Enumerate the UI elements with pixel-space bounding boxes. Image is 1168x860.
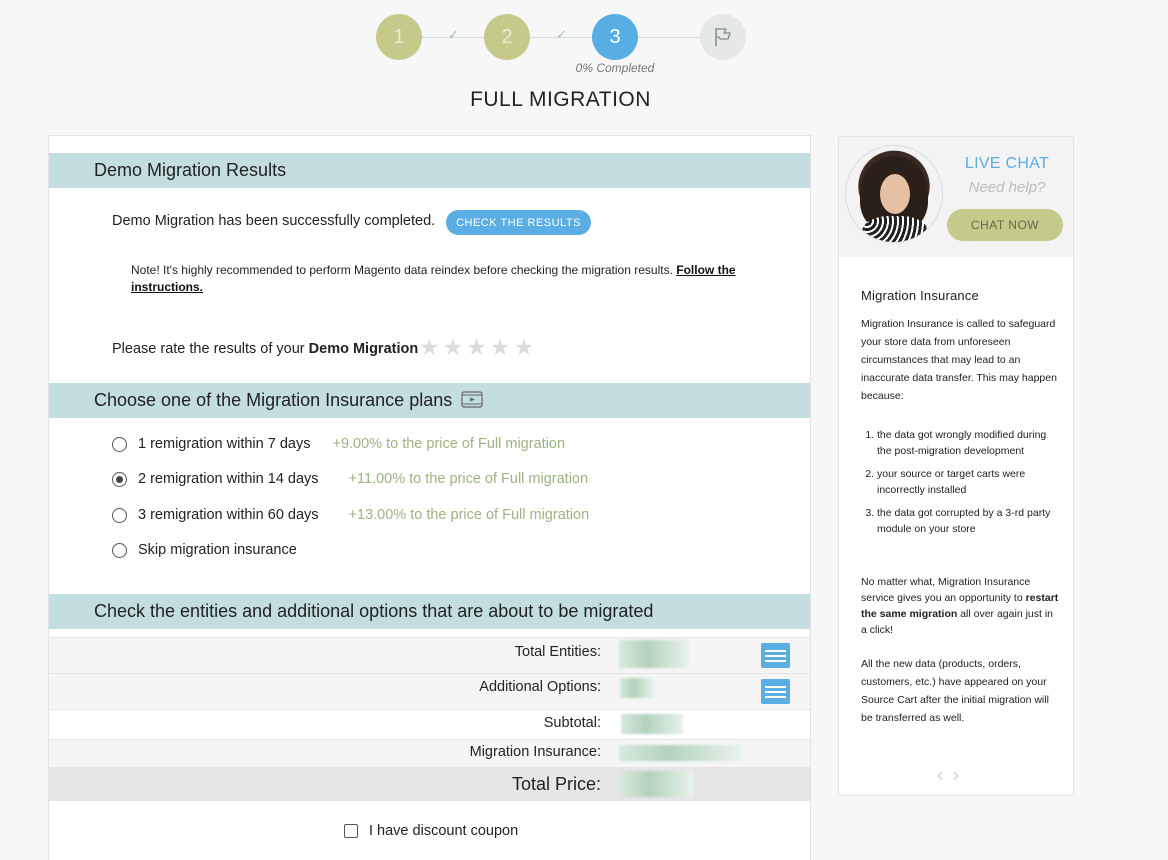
star-icon[interactable]: ★: [443, 334, 464, 361]
page-title: FULL MIGRATION: [470, 88, 651, 111]
plan-option[interactable]: Skip migration insurance: [112, 540, 297, 560]
chevron-left-icon[interactable]: ‹: [937, 765, 953, 785]
entities-heading: Check the entities and additional option…: [49, 594, 810, 629]
insurance-info-panel: LIVE CHAT Need help? CHAT NOW Migration …: [838, 136, 1074, 796]
check-icon: ✓: [448, 27, 459, 42]
insurance-row: Migration Insurance:: [49, 739, 810, 767]
reindex-note: Note! It's highly recommended to perform…: [131, 263, 736, 294]
additional-options-row: Additional Options:: [49, 673, 810, 709]
insurance-heading: Choose one of the Migration Insurance pl…: [49, 383, 810, 418]
list-icon[interactable]: [761, 679, 790, 704]
step-2: 2: [484, 14, 530, 60]
star-icon[interactable]: ★: [419, 334, 440, 361]
check-results-button[interactable]: CHECK THE RESULTS: [446, 210, 591, 235]
side-title: Migration Insurance: [861, 288, 979, 303]
blurred-value: [619, 640, 689, 668]
list-item: the data got corrupted by a 3-rd party m…: [877, 505, 1061, 537]
migration-card: Demo Migration Results Demo Migration ha…: [48, 135, 811, 860]
star-icon[interactable]: ★: [466, 334, 487, 361]
check-icon: ✓: [556, 27, 567, 42]
flag-icon: [700, 14, 746, 60]
step-1: 1: [376, 14, 422, 60]
blurred-value: [619, 745, 741, 761]
plan-option[interactable]: 2 remigration within 14 days +11.00% to …: [112, 469, 588, 489]
star-icon[interactable]: ★: [514, 334, 535, 361]
subtotal-row: Subtotal:: [49, 709, 810, 739]
step-3: 3: [592, 14, 638, 60]
checkbox[interactable]: [344, 824, 358, 838]
list-item: your source or target carts were incorre…: [877, 466, 1061, 498]
need-help-text: Need help?: [968, 179, 1046, 196]
side-para-2: No matter what, Migration Insurance serv…: [861, 576, 1059, 636]
rate-prompt: Please rate the results of your Demo Mig…: [112, 341, 419, 357]
demo-results-heading: Demo Migration Results: [49, 153, 810, 188]
coupon-checkbox[interactable]: I have discount coupon: [344, 823, 518, 839]
plan-option[interactable]: 3 remigration within 60 days +13.00% to …: [112, 505, 589, 525]
live-chat-box: LIVE CHAT Need help? CHAT NOW: [839, 137, 1073, 257]
live-chat-title: LIVE CHAT: [964, 155, 1050, 172]
star-icon[interactable]: ★: [490, 334, 511, 361]
side-para-3: All the new data (products, orders, cust…: [861, 658, 1049, 724]
total-entities-row: Total Entities:: [49, 637, 810, 673]
total-price-row: Total Price:: [49, 767, 810, 801]
flag-icon: [715, 28, 731, 46]
step-connector: [638, 37, 700, 38]
progress-stepper: 1 ✓ 2 ✓ 3 0% Completed FULL MIGRATION: [0, 0, 1168, 120]
plan-radio[interactable]: [112, 507, 127, 523]
side-intro: Migration Insurance is called to safegua…: [861, 318, 1057, 402]
plan-option[interactable]: 1 remigration within 7 days +9.00% to th…: [112, 434, 565, 454]
demo-status-text: Demo Migration has been successfully com…: [112, 213, 436, 229]
reasons-list: the data got wrongly modified during the…: [861, 427, 1061, 544]
chat-now-button[interactable]: CHAT NOW: [947, 209, 1063, 241]
carousel-nav: ‹›: [937, 765, 969, 786]
list-item: the data got wrongly modified during the…: [877, 427, 1061, 459]
progress-text: 0% Completed: [575, 61, 655, 75]
support-avatar: [845, 145, 943, 243]
list-icon[interactable]: [761, 643, 790, 668]
video-icon[interactable]: [461, 391, 483, 408]
rating-stars[interactable]: ★ ★ ★ ★ ★: [419, 334, 534, 361]
plan-radio-selected[interactable]: [112, 471, 127, 487]
plan-radio[interactable]: [112, 542, 127, 558]
blurred-value: [621, 714, 683, 734]
plan-radio[interactable]: [112, 436, 127, 452]
chevron-right-icon[interactable]: ›: [953, 765, 969, 785]
blurred-value: [621, 771, 693, 797]
blurred-value: [620, 678, 654, 698]
